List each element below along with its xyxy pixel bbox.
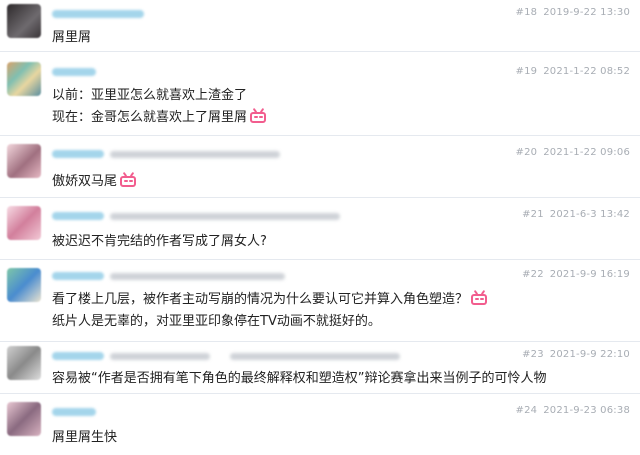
avatar[interactable] <box>7 62 41 96</box>
username-blurred[interactable] <box>52 150 104 158</box>
avatar[interactable] <box>7 4 41 38</box>
username-blurred[interactable] <box>52 10 144 18</box>
comment-meta: #19 2021-1-22 08:52 <box>516 66 630 77</box>
timestamp: 2021-1-22 09:06 <box>543 147 630 158</box>
blurred-info <box>110 151 280 158</box>
timestamp: 2021-1-22 08:52 <box>543 66 630 77</box>
comment-text: 容易被“作者是否拥有笔下角色的最终解释权和塑造权”辩论赛拿出来当例子的可怜人物 <box>52 371 547 386</box>
bilibili-tv-icon <box>119 171 139 188</box>
floor-number: #18 <box>515 7 538 18</box>
comment-text: 现在：金哥怎么就喜欢上了屑里屑 <box>52 110 248 125</box>
comment-meta: #20 2021-1-22 09:06 <box>516 147 630 158</box>
blurred-info <box>110 213 340 220</box>
username-blurred[interactable] <box>52 212 104 220</box>
comment-item: #22 2021-9-9 16:19 看了楼上几层，被作者主动写崩的情况为什么要认… <box>0 260 640 342</box>
avatar[interactable] <box>7 144 41 178</box>
blurred-info <box>110 353 210 360</box>
comment-text-line: 傲娇双马尾 <box>52 170 139 189</box>
username-blurred[interactable] <box>52 408 96 416</box>
floor-number: #20 <box>515 147 538 158</box>
timestamp: 2021-9-23 06:38 <box>543 405 630 416</box>
comment-meta: #18 2019-9-22 13:30 <box>516 7 630 18</box>
floor-number: #19 <box>515 66 538 77</box>
floor-number: #22 <box>522 269 544 280</box>
comment-text: 傲娇双马尾 <box>52 174 118 189</box>
avatar[interactable] <box>7 268 41 302</box>
comment-text: 纸片人是无辜的，对亚里亚印象停在TV动画不就挺好的。 <box>52 314 381 329</box>
avatar[interactable] <box>7 346 41 380</box>
comment-item: #24 2021-9-23 06:38 屑里屑生快 <box>0 394 640 455</box>
comment-meta: #21 2021-6-3 13:42 <box>522 209 630 220</box>
comment-text-line: 看了楼上几层，被作者主动写崩的情况为什么要认可它并算入角色塑造？ <box>52 288 490 307</box>
timestamp: 2021-6-3 13:42 <box>549 209 630 220</box>
comment-text: 以前：亚里亚怎么就喜欢上渣金了 <box>52 88 248 103</box>
timestamp: 2021-9-9 22:10 <box>549 349 630 360</box>
comment-meta: #22 2021-9-9 16:19 <box>522 269 630 280</box>
comment-text: 屑里屑生快 <box>52 430 118 445</box>
username-blurred[interactable] <box>52 272 104 280</box>
comment-meta: #24 2021-9-23 06:38 <box>516 405 630 416</box>
avatar[interactable] <box>7 402 41 436</box>
comment-item: #18 2019-9-22 13:30 屑里屑 <box>0 0 640 52</box>
avatar[interactable] <box>7 206 41 240</box>
comment-item: #21 2021-6-3 13:42 被迟迟不肯完结的作者写成了屑女人? <box>0 198 640 260</box>
blurred-info <box>230 353 400 360</box>
username-blurred[interactable] <box>52 68 96 76</box>
comment-item: #20 2021-1-22 09:06 傲娇双马尾 <box>0 136 640 198</box>
bilibili-tv-icon <box>249 107 269 124</box>
comment-text-line-2: 现在：金哥怎么就喜欢上了屑里屑 <box>52 106 269 125</box>
floor-number: #24 <box>515 405 538 416</box>
comment-item: #19 2021-1-22 08:52 以前：亚里亚怎么就喜欢上渣金了 现在：金哥… <box>0 52 640 136</box>
username-blurred[interactable] <box>52 352 104 360</box>
comment-text: 看了楼上几层，被作者主动写崩的情况为什么要认可它并算入角色塑造？ <box>52 292 469 307</box>
comment-item: #23 2021-9-9 22:10 容易被“作者是否拥有笔下角色的最终解释权和塑… <box>0 342 640 394</box>
comment-text: 被迟迟不肯完结的作者写成了屑女人? <box>52 234 267 249</box>
comment-meta: #23 2021-9-9 22:10 <box>522 349 630 360</box>
timestamp: 2019-9-22 13:30 <box>543 7 630 18</box>
bilibili-tv-icon <box>470 289 490 306</box>
timestamp: 2021-9-9 16:19 <box>549 269 630 280</box>
floor-number: #21 <box>522 209 544 220</box>
blurred-info <box>110 273 285 280</box>
comment-text: 屑里屑 <box>52 30 92 45</box>
floor-number: #23 <box>522 349 544 360</box>
